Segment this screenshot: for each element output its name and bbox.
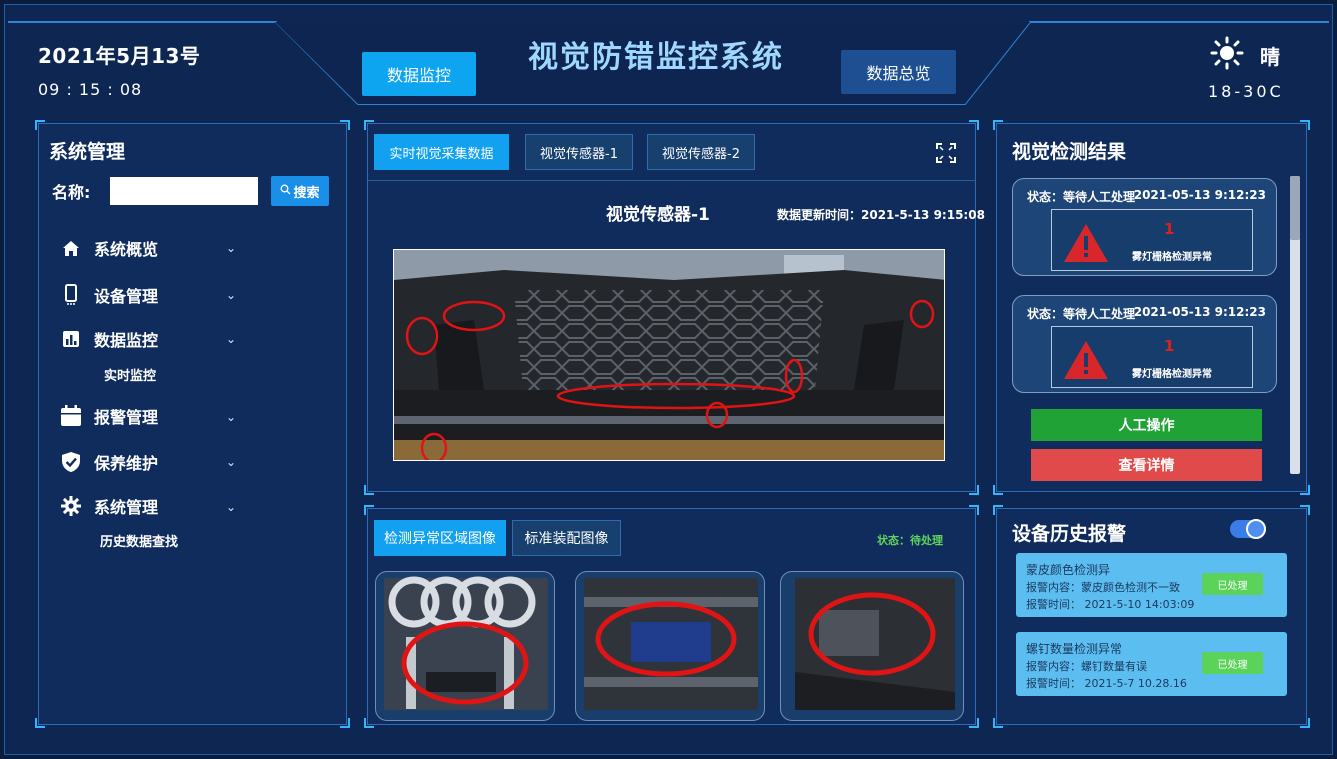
chevron-down-icon[interactable]: ⌄ [226,241,236,255]
search-button[interactable]: 搜索 [271,176,329,206]
alert-box: 1 雾灯栅格检测异常 [1051,209,1253,271]
sidebar-item-data-monitor[interactable]: 数据监控 [60,327,158,351]
sidebar-title: 系统管理 [49,141,126,163]
sidebar-item-label: 系统概览 [94,240,159,259]
history-card[interactable]: 蒙皮颜色检测异 报警内容：蒙皮颜色检测不一致 报警时间： 2021-5-10 1… [1016,553,1287,617]
detail-status: 状态：待处理 [877,534,943,547]
sidebar-subitem-realtime[interactable]: 实时监控 [104,365,156,384]
sensor-name: 视觉传感器-1 [606,205,710,225]
history-card[interactable]: 螺钉数量检测异常 报警内容：螺钉数量有误 报警时间： 2021-5-7 10.2… [1016,632,1287,696]
search-input[interactable] [110,177,258,205]
result-time: 2021-05-13 9:12:23 [1133,188,1266,202]
tab-divider [368,180,975,181]
home-icon [60,237,82,259]
sidebar-item-maintenance[interactable]: 保养维护 [60,450,158,474]
alert-count: 1 [1164,337,1175,355]
data-overview-button[interactable]: 数据总览 [841,50,956,94]
sidebar-item-label: 系统管理 [94,498,159,517]
warning-icon [1062,339,1110,385]
sidebar-item-alarms[interactable]: 报警管理 [60,404,158,428]
fullscreen-icon[interactable] [936,143,956,167]
search-icon [280,184,291,199]
sidebar-item-label: 数据监控 [94,331,159,350]
tab-realtime-data[interactable]: 实时视觉采集数据 [374,134,509,170]
results-title: 视觉检测结果 [1012,141,1127,163]
sidebar-item-system[interactable]: 系统管理 [60,494,158,518]
sidebar-item-label: 保养维护 [94,454,159,473]
tab-sensor-2[interactable]: 视觉传感器-2 [647,134,755,170]
search-row: 名称: 搜索 [52,176,329,206]
history-card-time: 报警时间： 2021-5-7 10.28.16 [1026,677,1187,690]
result-status: 状态：等待人工处理 [1027,190,1136,204]
alert-box: 1 雾灯栅格检测异常 [1051,326,1253,388]
history-card-time: 报警时间： 2021-5-10 14:03:09 [1026,598,1195,611]
history-card-content: 报警内容：螺钉数量有误 [1026,660,1147,673]
chevron-down-icon[interactable]: ⌄ [226,455,236,469]
chevron-down-icon[interactable]: ⌄ [226,288,236,302]
bar-chart-icon [60,328,82,350]
results-scrollbar[interactable] [1290,176,1300,474]
anomaly-thumbnail[interactable] [780,571,964,721]
search-button-label: 搜索 [293,185,320,201]
sun-icon [1210,36,1244,75]
sidebar-subitem-history[interactable]: 历史数据查找 [100,531,178,550]
result-time: 2021-05-13 9:12:23 [1133,305,1266,319]
anomaly-thumbnail[interactable] [575,571,765,721]
calendar-icon [60,405,82,427]
history-card-title: 螺钉数量检测异常 [1026,642,1123,656]
chevron-down-icon[interactable]: ⌄ [226,410,236,424]
data-monitor-button[interactable]: 数据监控 [362,52,476,96]
alert-message: 雾灯栅格检测异常 [1132,369,1212,380]
alert-message: 雾灯栅格检测异常 [1132,252,1212,263]
handled-button[interactable]: 已处理 [1202,652,1263,674]
chevron-down-icon[interactable]: ⌄ [226,332,236,346]
manual-operation-button[interactable]: 人工操作 [1031,409,1262,441]
search-label: 名称: [52,183,91,202]
bumper-camera-image [393,249,945,461]
mobile-icon [60,284,82,306]
shield-check-icon [60,451,82,473]
history-card-title: 蒙皮颜色检测异 [1026,563,1111,577]
sidebar-item-devices[interactable]: 设备管理 [60,283,158,307]
handled-button[interactable]: 已处理 [1202,573,1263,595]
sidebar-item-label: 报警管理 [94,408,159,427]
temperature: 18-30C [1208,82,1284,101]
header-date: 2021年5月13号 [38,44,201,68]
weather-text: 晴 [1260,45,1280,69]
result-card[interactable]: 状态：等待人工处理 2021-05-13 9:12:23 1 雾灯栅格检测异常 [1012,295,1277,393]
view-details-button[interactable]: 查看详情 [1031,449,1262,481]
warning-icon [1062,222,1110,268]
gear-icon [60,495,82,517]
tab-sensor-1[interactable]: 视觉传感器-1 [525,134,633,170]
result-card[interactable]: 状态：等待人工处理 2021-05-13 9:12:23 1 雾灯栅格检测异常 [1012,178,1277,276]
alert-count: 1 [1164,220,1175,238]
tab-anomaly-image[interactable]: 检测异常区域图像 [374,520,506,556]
anomaly-thumbnail[interactable] [375,571,555,721]
history-card-content: 报警内容：蒙皮颜色检测不一致 [1026,581,1180,594]
update-time: 数据更新时间：2021-5-13 9:15:08 [777,208,985,222]
page-title: 视觉防错监控系统 [528,40,784,75]
tab-standard-image[interactable]: 标准装配图像 [512,520,621,556]
result-status: 状态：等待人工处理 [1027,307,1136,321]
sidebar-item-overview[interactable]: 系统概览 [60,236,158,260]
chevron-down-icon[interactable]: ⌄ [226,500,236,514]
sidebar-item-label: 设备管理 [94,287,159,306]
weather: 晴 [1210,36,1280,75]
alarm-toggle[interactable] [1230,519,1266,539]
header-time: 09 : 15 : 08 [38,80,143,99]
history-title: 设备历史报警 [1012,523,1127,545]
